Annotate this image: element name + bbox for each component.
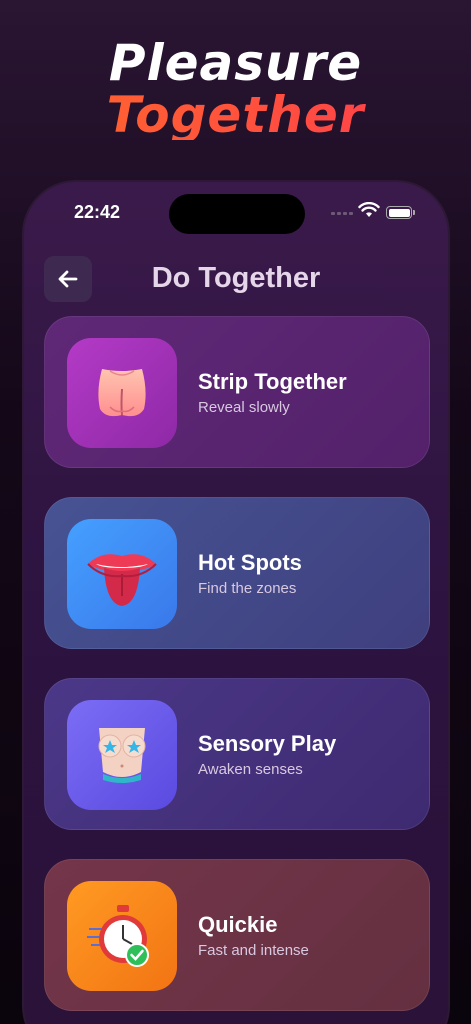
headline: Pleasure Together — [0, 38, 471, 140]
cellular-signal-icon — [331, 212, 353, 216]
card-title: Hot Spots — [198, 550, 302, 575]
nav-bar: Do Together — [24, 254, 448, 304]
wifi-icon — [358, 202, 380, 217]
stopwatch-icon — [87, 905, 149, 967]
headline-line2: Together — [0, 90, 471, 140]
card-title: Strip Together — [198, 369, 347, 394]
card-icon-tile — [67, 519, 177, 629]
card-title: Quickie — [198, 912, 278, 937]
phone-frame: 22:42 Do Together Strip Together Reveal … — [22, 180, 450, 1024]
card-sensory-play[interactable]: Sensory Play Awaken senses — [44, 678, 430, 830]
card-subtitle: Fast and intense — [198, 942, 309, 959]
butt-icon — [98, 369, 146, 417]
card-icon-tile — [67, 881, 177, 991]
status-time: 22:42 — [74, 202, 121, 222]
activity-list: Strip Together Reveal slowly Hot Spots F… — [44, 316, 430, 1024]
battery-icon — [386, 206, 415, 219]
card-strip-together[interactable]: Strip Together Reveal slowly — [44, 316, 430, 468]
card-subtitle: Find the zones — [198, 580, 297, 597]
card-quickie[interactable]: Quickie Fast and intense — [44, 859, 430, 1011]
status-bar: 22:42 — [24, 182, 448, 242]
dynamic-island — [169, 194, 305, 234]
card-subtitle: Reveal slowly — [198, 399, 290, 416]
card-subtitle: Awaken senses — [198, 761, 303, 778]
body-stars-icon — [98, 728, 146, 783]
headline-line1: Pleasure — [108, 34, 363, 92]
tongue-lips-icon — [87, 554, 157, 606]
card-icon-tile — [67, 338, 177, 448]
card-title: Sensory Play — [198, 731, 337, 756]
page-title: Do Together — [151, 262, 321, 294]
card-hot-spots[interactable]: Hot Spots Find the zones — [44, 497, 430, 649]
card-icon-tile — [67, 700, 177, 810]
